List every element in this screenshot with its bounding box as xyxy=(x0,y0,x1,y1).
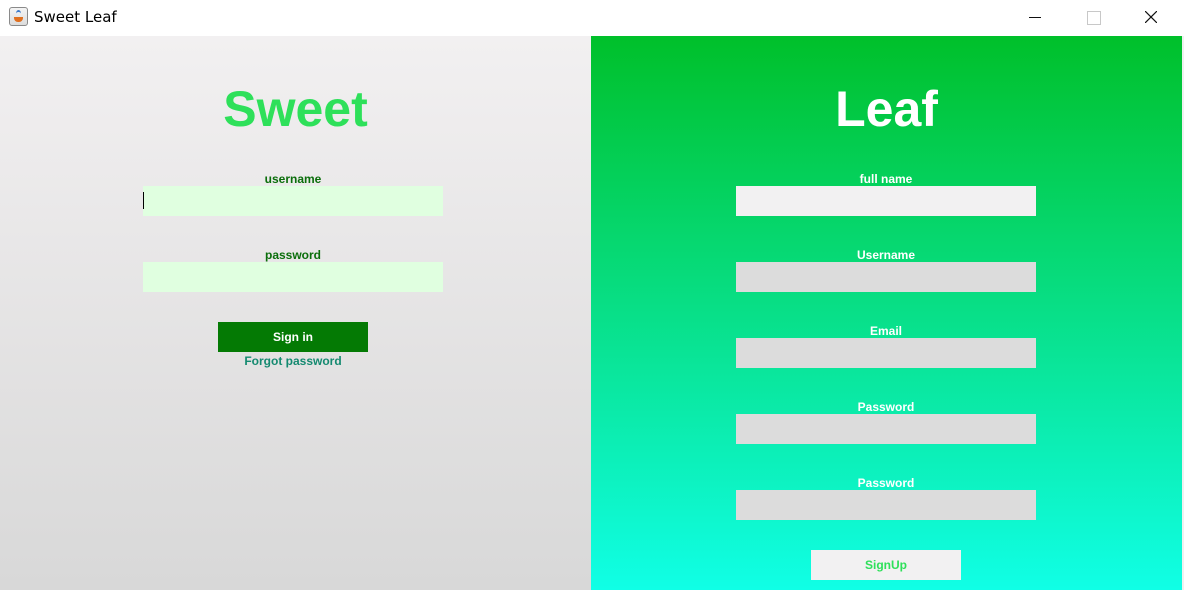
forgot-password-link[interactable]: Forgot password xyxy=(143,354,443,368)
username-input[interactable] xyxy=(143,186,443,216)
fullname-label: full name xyxy=(859,172,913,186)
close-icon xyxy=(1145,11,1157,23)
signup-button[interactable]: SignUp xyxy=(811,550,961,580)
minimize-button[interactable] xyxy=(1006,0,1064,36)
signup-password-input[interactable] xyxy=(736,414,1036,444)
email-label: Email xyxy=(869,324,902,338)
email-input[interactable] xyxy=(736,338,1036,368)
username-label: username xyxy=(264,172,322,186)
password-label: password xyxy=(264,248,321,262)
confirm-password-input[interactable] xyxy=(736,490,1036,520)
window-title: Sweet Leaf xyxy=(34,8,117,26)
signup-panel: Leaf full name Username Email Password P… xyxy=(591,36,1182,590)
text-caret xyxy=(143,192,144,209)
leaf-heading: Leaf xyxy=(835,81,938,137)
signin-panel: Sweet username password Sign in Forgot p… xyxy=(0,36,591,590)
window-titlebar: Sweet Leaf xyxy=(0,0,1184,36)
close-button[interactable] xyxy=(1122,0,1180,36)
maximize-button[interactable] xyxy=(1064,0,1122,36)
signup-username-label: Username xyxy=(856,248,916,262)
java-app-icon xyxy=(9,7,28,26)
fullname-input[interactable] xyxy=(736,186,1036,216)
signup-username-input[interactable] xyxy=(736,262,1036,292)
password-input[interactable] xyxy=(143,262,443,292)
sweet-heading: Sweet xyxy=(223,81,368,137)
confirm-password-label: Password xyxy=(857,476,915,490)
signin-button[interactable]: Sign in xyxy=(218,322,368,352)
signup-password-label: Password xyxy=(857,400,915,414)
